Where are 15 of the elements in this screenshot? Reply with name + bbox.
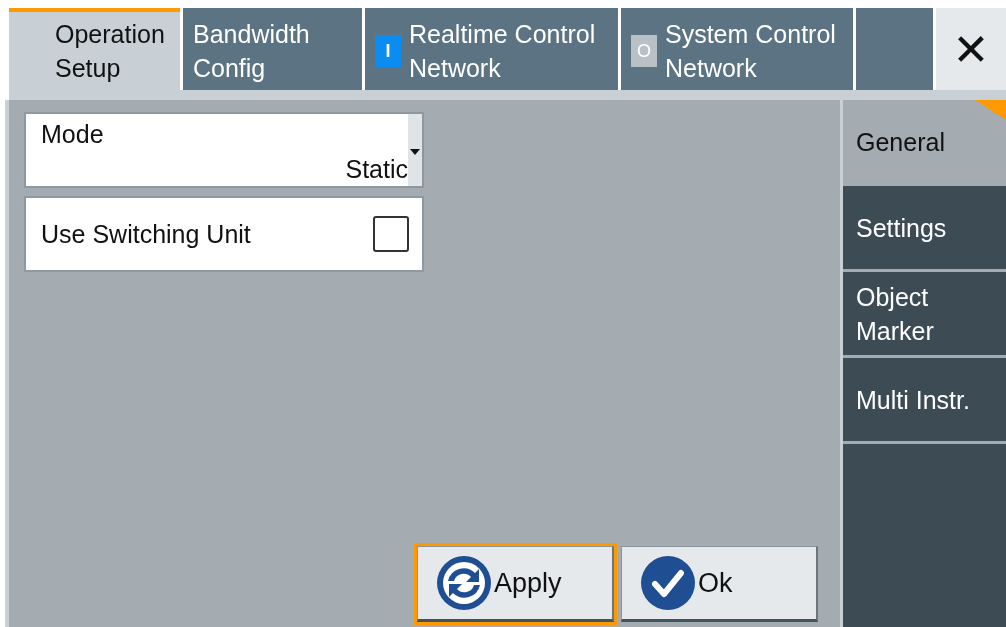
check-icon xyxy=(640,555,696,611)
caret-icon xyxy=(410,149,420,155)
ok-button[interactable]: Ok xyxy=(621,546,818,622)
side-tab[interactable]: Multi Instr. xyxy=(843,358,1006,441)
close-button[interactable]: ✕ xyxy=(936,8,1006,90)
checkbox-label: Use Switching Unit xyxy=(41,219,251,249)
checkbox[interactable] xyxy=(373,216,409,252)
side-tab[interactable]: Settings xyxy=(843,186,1006,269)
tab[interactable]: Bandwidth Config xyxy=(183,8,362,90)
status-indicator: I xyxy=(375,35,401,67)
tab[interactable]: Operation Setup xyxy=(9,8,180,90)
side-tab[interactable]: Object Marker xyxy=(843,272,1006,355)
status-indicator: O xyxy=(631,35,657,67)
refresh-icon xyxy=(436,555,492,611)
apply-button[interactable]: Apply xyxy=(417,546,614,622)
